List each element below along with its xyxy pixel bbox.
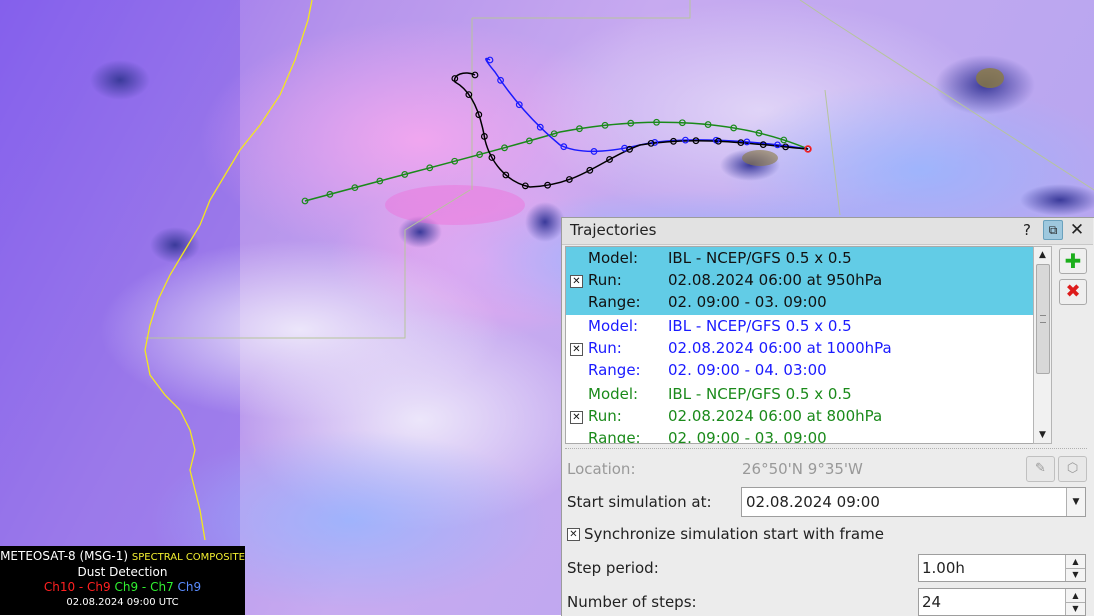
range-label: Range:: [588, 293, 641, 311]
pick-location-button[interactable]: ⬡: [1058, 456, 1087, 482]
run-value: 02.08.2024 06:00 at 950hPa: [668, 271, 883, 289]
trajectories-panel: Trajectories ? ⧉ ✕ Model: IBL - NCEP/GFS…: [561, 217, 1094, 616]
pencil-icon: ✎: [1035, 461, 1046, 476]
location-label: Location:: [567, 460, 636, 478]
range-label: Range:: [588, 361, 641, 379]
model-value: IBL - NCEP/GFS 0.5 x 0.5: [668, 385, 852, 403]
section-divider: [565, 448, 1087, 449]
number-of-steps-value[interactable]: 24: [922, 593, 941, 611]
model-label: Model:: [588, 317, 639, 335]
scroll-up-arrow-icon[interactable]: ▲: [1034, 247, 1051, 263]
map-legend: METEOSAT-8 (MSG-1) SPECTRAL COMPOSITE Du…: [0, 546, 245, 615]
help-button[interactable]: ?: [1018, 221, 1036, 239]
spin-up-icon[interactable]: ▲: [1065, 555, 1085, 569]
run-label: Run:: [588, 339, 622, 357]
model-label: Model:: [588, 249, 639, 267]
range-value: 02. 09:00 - 03. 09:00: [668, 293, 827, 311]
step-period-label: Step period:: [567, 559, 659, 577]
start-simulation-label: Start simulation at:: [567, 493, 712, 511]
list-scrollbar[interactable]: ▲ ▼: [1033, 246, 1052, 444]
spin-down-icon[interactable]: ▼: [1065, 603, 1085, 615]
grip-icon: [1040, 315, 1046, 323]
legend-composite: SPECTRAL COMPOSITE: [131, 552, 245, 563]
start-simulation-select[interactable]: 02.08.2024 09:00 ▼: [741, 487, 1086, 517]
delete-x-icon: ✖: [1065, 281, 1081, 302]
trajectory-list[interactable]: Model: IBL - NCEP/GFS 0.5 x 0.5 ✕ Run: 0…: [565, 246, 1034, 444]
trajectory-visible-checkbox[interactable]: ✕: [570, 275, 583, 288]
trajectory-visible-checkbox[interactable]: ✕: [570, 411, 583, 424]
legend-channel-green: Ch9 - Ch7: [110, 580, 174, 594]
number-of-steps-spinbox[interactable]: 24 ▲ ▼: [918, 588, 1086, 616]
start-simulation-value: 02.08.2024 09:00: [746, 493, 880, 511]
step-period-spinbox[interactable]: 1.00h ▲ ▼: [918, 554, 1086, 582]
location-value: 26°50'N 9°35'W: [742, 460, 863, 478]
model-label: Model:: [588, 385, 639, 403]
range-value: 02. 09:00 - 04. 03:00: [668, 361, 827, 379]
model-value: IBL - NCEP/GFS 0.5 x 0.5: [668, 317, 852, 335]
scroll-thumb[interactable]: [1036, 264, 1050, 374]
run-value: 02.08.2024 06:00 at 800hPa: [668, 407, 883, 425]
close-icon[interactable]: ✕: [1068, 221, 1086, 239]
legend-satellite: METEOSAT-8 (MSG-1): [0, 549, 129, 563]
synchronize-checkbox[interactable]: ✕: [567, 528, 580, 541]
trajectory-item[interactable]: Model: IBL - NCEP/GFS 0.5 x 0.5 ✕ Run: 0…: [566, 383, 1033, 444]
edit-location-button[interactable]: ✎: [1026, 456, 1055, 482]
float-window-icon[interactable]: ⧉: [1043, 220, 1063, 240]
run-label: Run:: [588, 271, 622, 289]
range-label: Range:: [588, 429, 641, 444]
panel-title: Trajectories: [570, 221, 657, 239]
trajectory-item[interactable]: Model: IBL - NCEP/GFS 0.5 x 0.5 ✕ Run: 0…: [566, 247, 1033, 315]
plus-icon: ✚: [1064, 249, 1082, 273]
range-value: 02. 09:00 - 03. 09:00: [668, 429, 827, 444]
legend-datetime: 02.08.2024 09:00 UTC: [66, 597, 179, 608]
legend-product: Dust Detection: [77, 565, 168, 579]
delete-trajectory-button[interactable]: ✖: [1059, 279, 1087, 305]
run-value: 02.08.2024 06:00 at 1000hPa: [668, 339, 892, 357]
number-of-steps-label: Number of steps:: [567, 593, 697, 611]
pin-icon: ⬡: [1066, 461, 1079, 476]
chevron-down-icon[interactable]: ▼: [1066, 488, 1085, 516]
legend-channel-blue: Ch9: [173, 580, 202, 594]
add-trajectory-button[interactable]: ✚: [1059, 248, 1087, 274]
synchronize-label[interactable]: Synchronize simulation start with frame: [584, 525, 884, 543]
step-period-value[interactable]: 1.00h: [922, 559, 965, 577]
spin-down-icon[interactable]: ▼: [1065, 569, 1085, 581]
spin-up-icon[interactable]: ▲: [1065, 589, 1085, 603]
panel-title-bar[interactable]: Trajectories ? ⧉ ✕: [562, 218, 1093, 245]
legend-channel-red: Ch10 - Ch9: [43, 580, 111, 594]
legend-channels: Ch10 - Ch9 Ch9 - Ch7 Ch9: [0, 580, 245, 595]
scroll-down-arrow-icon[interactable]: ▼: [1034, 427, 1051, 443]
model-value: IBL - NCEP/GFS 0.5 x 0.5: [668, 249, 852, 267]
run-label: Run:: [588, 407, 622, 425]
trajectory-visible-checkbox[interactable]: ✕: [570, 343, 583, 356]
trajectory-item[interactable]: Model: IBL - NCEP/GFS 0.5 x 0.5 ✕ Run: 0…: [566, 315, 1033, 383]
